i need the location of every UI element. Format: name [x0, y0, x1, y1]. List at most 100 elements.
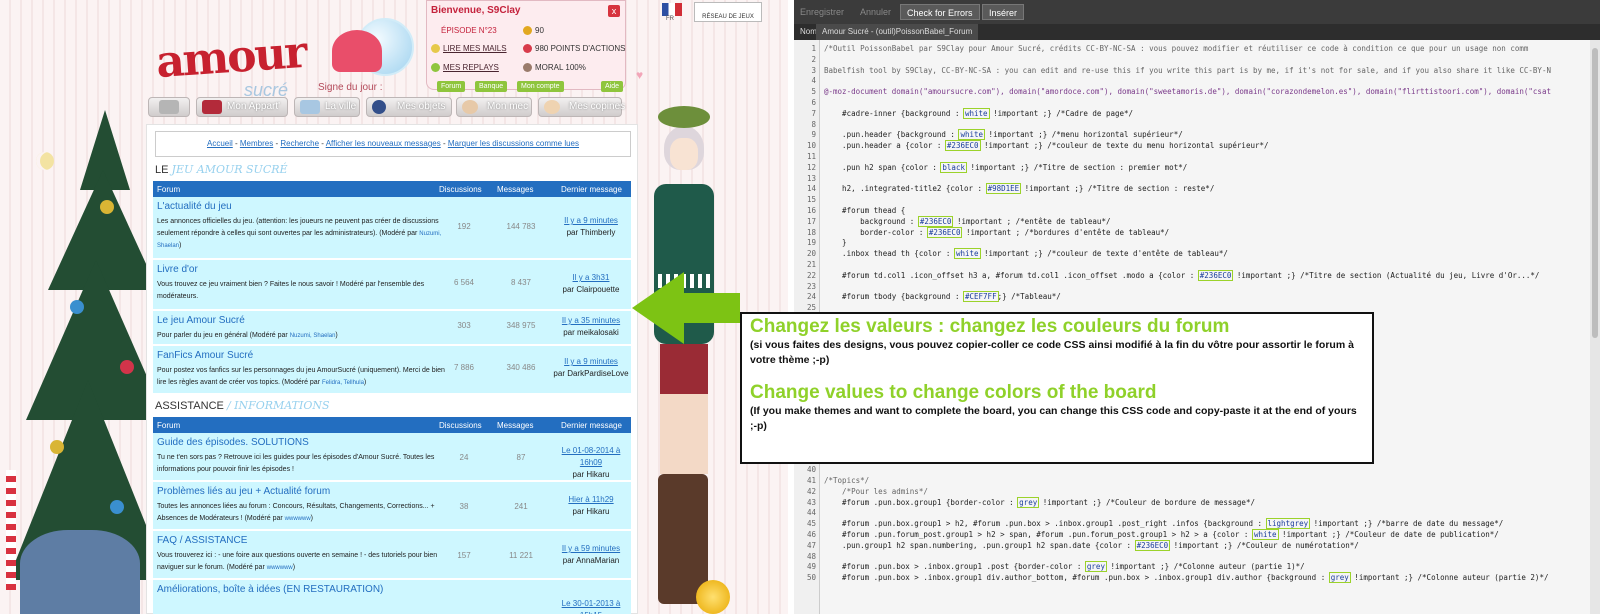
code-token: .pun.header a {color : — [824, 141, 946, 151]
forum-link[interactable]: FAQ / ASSISTANCE — [157, 535, 247, 546]
coin-icon — [523, 26, 532, 36]
replays-link[interactable]: MES REPLAYS — [431, 63, 499, 73]
nav-copines[interactable]: Mes copines — [538, 97, 625, 117]
discussion-count: 6 564 — [453, 278, 475, 287]
forum-link[interactable]: FanFics Amour Sucré — [157, 350, 253, 361]
css-value-token[interactable]: #236EC0 — [1197, 269, 1234, 281]
code-line: /*Pour les admins*/ — [824, 487, 928, 496]
code-token: .pun h2 span {color : — [824, 162, 942, 172]
css-value-token[interactable]: #236EC0 — [944, 140, 981, 152]
help-button[interactable]: Aide — [601, 81, 624, 92]
language-label: FR — [666, 16, 674, 22]
css-value-token[interactable]: #236EC0 — [926, 226, 963, 238]
home-button[interactable] — [148, 97, 190, 117]
code-token: #forum .pun.box > .inbox.group1 .post {b… — [824, 562, 1086, 572]
nav-ville[interactable]: La ville — [294, 97, 360, 117]
forum-link[interactable]: L'actualité du jeu — [157, 201, 232, 212]
french-flag-icon[interactable] — [662, 3, 682, 16]
check-errors-button[interactable]: Check for Errors — [900, 4, 980, 20]
code-token: #forum .pun.box.group1 {border-color : — [824, 497, 1019, 507]
code-token: border-color : — [824, 227, 928, 237]
code-line: /*Outil PoissonBabel par S9Clay pour Amo… — [824, 44, 1528, 53]
css-value-token[interactable]: grey — [1084, 561, 1107, 573]
code-token: /*Pour les admins*/ — [824, 486, 928, 496]
code-line: Babelfish tool by S9Clay, CC-BY-NC-SA : … — [824, 66, 1551, 75]
forum-button[interactable]: Forum — [437, 81, 466, 92]
line-number: 5 — [811, 87, 816, 97]
css-value-token[interactable]: #236EC0 — [1134, 539, 1171, 551]
read-mails-link[interactable]: LIRE MES MAILS — [431, 44, 507, 54]
css-value-token[interactable]: #236EC0 — [917, 215, 954, 227]
games-network-badge[interactable]: RÉSEAU DE JEUX — [694, 2, 762, 22]
instruction-callout: Changez les valeurs : changez les couleu… — [740, 312, 1374, 464]
forum-row: FAQ / ASSISTANCE Vous trouverez ici : - … — [153, 531, 631, 579]
message-count: 144 783 — [506, 222, 536, 231]
forum-link[interactable]: Le jeu Amour Sucré — [157, 315, 245, 326]
cancel-button[interactable]: Annuler — [854, 4, 897, 20]
css-value-token[interactable]: white — [958, 129, 986, 141]
forum-description: Pour postez vos fanfics sur les personna… — [157, 367, 445, 386]
line-number: 22 — [806, 270, 816, 280]
code-token: !important ;} /*Colonne auteur (partie 1… — [1105, 562, 1305, 572]
code-token: #forum tbody {background : — [824, 292, 964, 302]
link-mark-read[interactable]: Marquer les discussions comme lues — [448, 139, 579, 148]
code-token: /*Outil PoissonBabel par S9Clay pour Amo… — [824, 44, 1529, 53]
css-value-token[interactable]: grey — [1328, 572, 1351, 584]
discussion-count: 303 — [457, 321, 471, 330]
css-value-token[interactable]: lightgrey — [1265, 518, 1311, 530]
save-button[interactable]: Enregistrer — [794, 4, 850, 20]
scroll-thumb[interactable] — [1592, 48, 1598, 338]
file-tab[interactable]: Amour Sucré - (outil)PoissonBabel_Forum — [816, 24, 979, 40]
editor-scrollbar[interactable] — [1590, 40, 1600, 614]
line-number: 20 — [806, 249, 816, 259]
css-value-token[interactable]: white — [953, 248, 981, 260]
moral-icon — [523, 63, 532, 73]
amour-sucre-logo[interactable]: amour — [154, 27, 307, 88]
css-value-token[interactable]: #98D1EE — [985, 183, 1022, 195]
line-number: 23 — [806, 281, 816, 291]
code-token: #forum td.col1 .icon_offset h3 a, #forum… — [824, 270, 1199, 280]
sofa-icon — [202, 100, 222, 114]
link-recherche[interactable]: Recherche — [280, 139, 319, 148]
css-value-token[interactable]: black — [940, 161, 967, 173]
css-value-token[interactable]: #CEF7FF — [962, 291, 999, 303]
account-button[interactable]: Mon compte — [517, 81, 564, 92]
forum-link[interactable]: Améliorations, boîte à idées (EN RESTAUR… — [157, 584, 383, 595]
forum-link[interactable]: Guide des épisodes. SOLUTIONS — [157, 437, 309, 448]
forum-link[interactable]: Livre d'or — [157, 264, 198, 275]
line-number: 11 — [806, 152, 816, 161]
bank-button[interactable]: Banque — [475, 81, 508, 92]
code-token: #forum .pun.forum_post.group1 > h2 > spa… — [824, 530, 1253, 539]
message-count: 340 486 — [506, 363, 536, 372]
line-number: 12 — [806, 162, 816, 172]
insert-button[interactable]: Insérer — [982, 4, 1025, 20]
forum-top-links: Accueil - Membres - Recherche - Afficher… — [155, 131, 631, 157]
link-new-messages[interactable]: Afficher les nouveaux messages — [326, 139, 441, 148]
girl-icon — [544, 100, 560, 114]
line-number: 18 — [806, 227, 816, 237]
code-token: !important ; /*entête de tableau*/ — [952, 216, 1111, 226]
forum-link[interactable]: Problèmes liés au jeu + Actualité forum — [157, 486, 330, 497]
css-value-token[interactable]: white — [963, 107, 990, 119]
nav-appart[interactable]: Mon Appart' — [196, 97, 288, 117]
code-token: !important ;} /*Cadre de page*/ — [988, 108, 1134, 118]
css-value-token[interactable]: white — [1251, 529, 1279, 540]
code-line: @-moz-document domain("amoursucre.com"),… — [824, 87, 1551, 96]
forum-description: Toutes les annonces liées au forum : Con… — [157, 503, 435, 522]
code-line: } — [824, 238, 847, 247]
code-token: !important ;} /*Couleur de numérotation*… — [1169, 540, 1359, 550]
nav-objets[interactable]: Mes objets — [366, 97, 452, 117]
link-accueil[interactable]: Accueil — [207, 139, 233, 148]
code-line: #forum tbody {background : #CEF7FF;} /*T… — [824, 291, 1061, 303]
code-line: .pun.header a {color : #236EC0 !importan… — [824, 140, 1269, 152]
link-membres[interactable]: Membres — [240, 139, 273, 148]
nav-mec[interactable]: Mon mec — [456, 97, 532, 117]
css-value-token[interactable]: grey — [1017, 496, 1040, 508]
code-token: !important ;} /*Couleur de bordure de me… — [1038, 497, 1255, 507]
episode-label[interactable]: ÉPISODE N°23 — [441, 26, 497, 35]
cupcake-icon — [332, 30, 382, 72]
forum-row: L'actualité du jeu Les annonces officiel… — [153, 197, 631, 259]
css-editor: Enregistrer Annuler Check for Errors Ins… — [794, 0, 1600, 614]
code-token: !important ;} /*Couleur de date de publi… — [1277, 530, 1499, 539]
close-icon[interactable]: x — [608, 5, 620, 17]
